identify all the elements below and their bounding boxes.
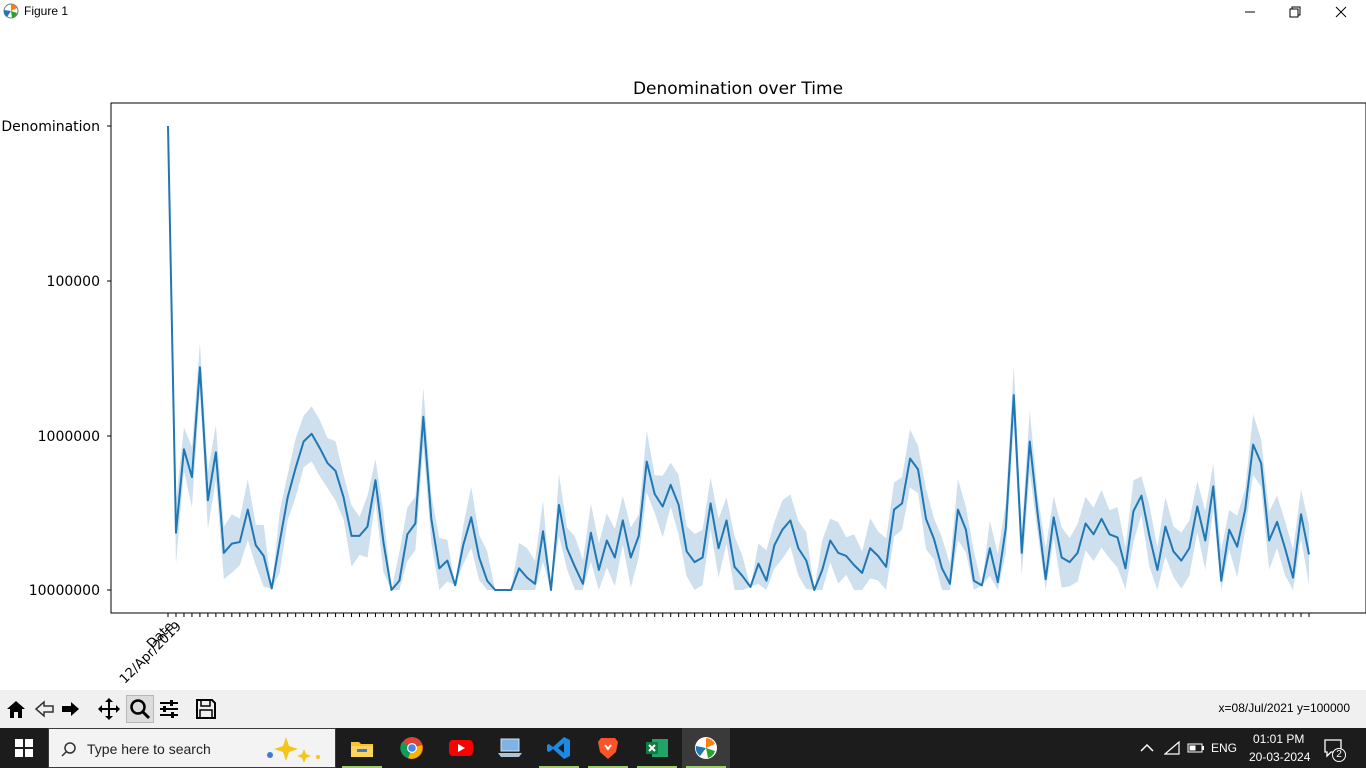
brave-icon xyxy=(598,738,618,759)
x-tick-label: 12/Apr/2019 xyxy=(117,619,185,687)
clock-time[interactable]: 01:01 PM xyxy=(1253,732,1304,746)
chevron-up-icon xyxy=(1140,743,1154,752)
y-tick-label: 10000000 xyxy=(29,583,100,599)
chart: Denomination over Time Denomination 10000… xyxy=(1,79,1366,687)
matplotlib-app-icon xyxy=(3,3,19,19)
configure-subplots-button[interactable] xyxy=(155,695,183,723)
excel-icon xyxy=(646,739,668,757)
close-icon xyxy=(1335,6,1347,18)
youtube-icon xyxy=(449,740,473,756)
forward-icon xyxy=(62,702,79,716)
search-icon xyxy=(61,742,76,757)
taskbar-youtube[interactable] xyxy=(437,728,485,768)
save-button[interactable] xyxy=(192,695,220,723)
wifi-icon xyxy=(1164,741,1180,755)
show-hidden-icons-button[interactable] xyxy=(1136,728,1158,768)
back-button[interactable] xyxy=(30,695,58,723)
taskbar-file-explorer[interactable] xyxy=(338,728,386,768)
window-titlebar: Figure 1 xyxy=(0,0,1366,24)
save-icon xyxy=(196,699,216,719)
pan-icon xyxy=(98,698,120,720)
windows-taskbar: Type here to search ENG 01:01 PM 20-03-2… xyxy=(0,728,1366,768)
home-button[interactable] xyxy=(2,695,30,723)
battery-icon xyxy=(1187,743,1204,753)
minimize-icon xyxy=(1245,11,1255,13)
window-title: Figure 1 xyxy=(24,4,69,18)
axes: Denomination100000100000010000000Date12/… xyxy=(1,102,1366,687)
minimize-button[interactable] xyxy=(1227,0,1273,24)
file-explorer-icon xyxy=(351,742,373,757)
pan-button[interactable] xyxy=(95,695,123,723)
y-tick-label: Denomination xyxy=(1,119,100,135)
y-tick-label: 1000000 xyxy=(38,429,100,445)
zoom-button[interactable] xyxy=(126,695,154,723)
clock-date[interactable]: 20-03-2024 xyxy=(1249,750,1310,764)
figure-canvas[interactable]: Denomination over Time Denomination 10000… xyxy=(0,24,1366,690)
notification-count-badge: 2 xyxy=(1332,748,1346,762)
chart-title: Denomination over Time xyxy=(633,79,843,99)
chrome-icon xyxy=(400,737,423,759)
configure-icon xyxy=(160,700,178,718)
forward-button[interactable] xyxy=(57,695,85,723)
back-icon xyxy=(34,700,54,718)
taskbar-brave[interactable] xyxy=(584,728,632,768)
confidence-band xyxy=(168,126,1309,590)
windows-logo-icon xyxy=(15,739,33,757)
close-button[interactable] xyxy=(1318,0,1364,24)
matplotlib-icon xyxy=(695,737,717,759)
taskbar-laptop-app[interactable] xyxy=(486,728,534,768)
restore-button[interactable] xyxy=(1272,0,1318,24)
battery-button[interactable] xyxy=(1184,728,1208,768)
network-button[interactable] xyxy=(1160,728,1184,768)
restore-icon xyxy=(1289,6,1301,18)
taskbar-chrome[interactable] xyxy=(388,728,436,768)
home-icon xyxy=(7,701,25,718)
taskbar-vscode[interactable] xyxy=(535,728,583,768)
notifications-button[interactable]: 2 xyxy=(1314,728,1354,768)
y-tick-label: 100000 xyxy=(47,274,100,290)
navigation-toolbar: x=08/Jul/2021 y=100000 xyxy=(0,690,1366,728)
taskbar-excel[interactable] xyxy=(633,728,681,768)
laptop-icon xyxy=(498,738,522,757)
confidence-band-area xyxy=(168,126,1309,590)
search-placeholder: Type here to search xyxy=(87,741,211,757)
sparkle-icon xyxy=(267,737,320,763)
taskbar-matplotlib[interactable] xyxy=(682,728,730,768)
start-button[interactable] xyxy=(0,728,48,768)
taskbar-search-box[interactable]: Type here to search xyxy=(48,728,336,768)
language-indicator[interactable]: ENG xyxy=(1211,741,1237,755)
cursor-coordinates: x=08/Jul/2021 y=100000 xyxy=(1218,701,1350,715)
zoom-icon xyxy=(130,699,151,720)
vscode-icon xyxy=(547,737,570,759)
